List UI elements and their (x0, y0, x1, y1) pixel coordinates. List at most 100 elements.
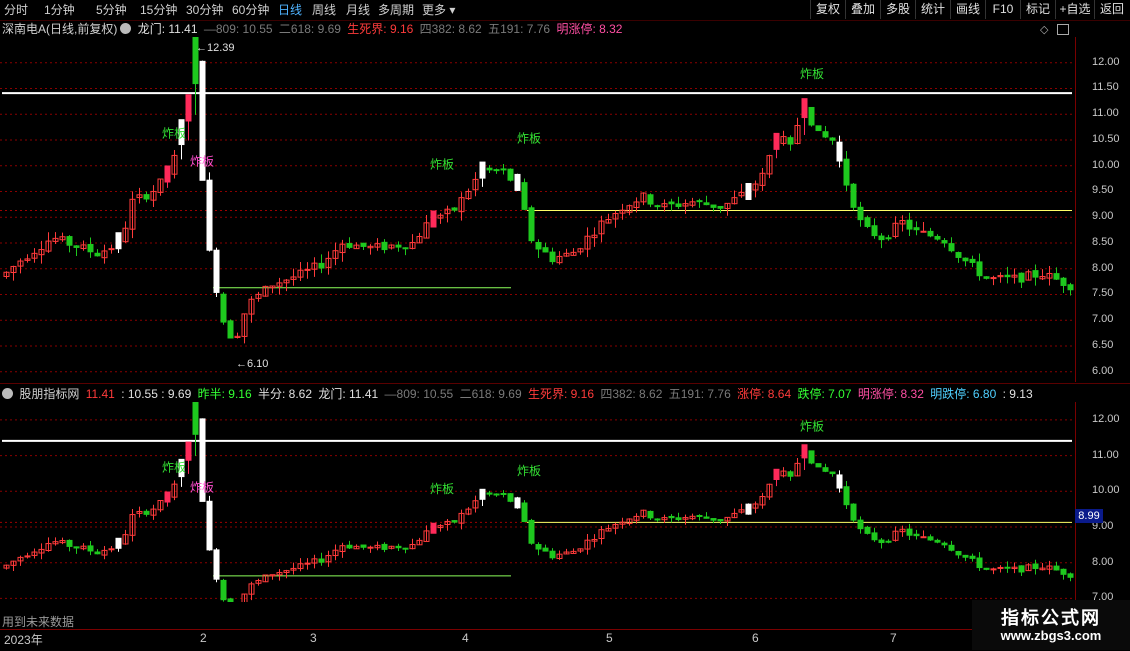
candle-body (654, 518, 661, 521)
candle-body (675, 203, 682, 207)
period-minute-chart[interactable]: 分时 (4, 2, 28, 18)
candle-body (381, 241, 388, 251)
candle-body (542, 247, 549, 253)
date-axis: 2023年 2 3 4 5 6 7 (0, 629, 1130, 651)
candle-body (983, 276, 990, 279)
candle-body (521, 502, 528, 523)
candle-body (864, 217, 871, 227)
candle-body (997, 566, 1004, 569)
indicator-candlestick-chart[interactable]: 炸板炸板炸板炸板炸板 (0, 402, 1130, 602)
x-label-apr: 4 (462, 631, 469, 645)
stock-title[interactable]: 深南电A(日线,前复权) (2, 22, 117, 36)
multi-stock-button[interactable]: 多股 (880, 0, 915, 19)
candle-body (360, 242, 367, 247)
zhaban-annotation: 炸板 (162, 126, 186, 140)
candle-body (94, 551, 101, 555)
period-daily[interactable]: 日线 (278, 2, 302, 18)
ind-v1: 11.41 (85, 387, 115, 401)
candle-body (745, 503, 752, 515)
zhaban-annotation: 炸板 (190, 480, 214, 494)
candle-body (927, 230, 934, 237)
f10-button[interactable]: F10 (985, 0, 1020, 19)
period-15min[interactable]: 15分钟 (140, 2, 177, 18)
y-tick-label: 9.00 (1092, 210, 1114, 223)
candle-body (976, 557, 983, 569)
period-30min[interactable]: 30分钟 (186, 2, 223, 18)
candle-body (647, 510, 654, 519)
overlay-button[interactable]: 叠加 (845, 0, 880, 19)
window-icon[interactable] (1057, 24, 1069, 35)
period-monthly[interactable]: 月线 (346, 2, 370, 18)
candle-body (549, 251, 556, 263)
candle-body (920, 230, 927, 233)
period-60min[interactable]: 60分钟 (232, 2, 269, 18)
candle-body (395, 545, 402, 549)
settings-gear-icon[interactable] (120, 23, 132, 34)
restore-rights-button[interactable]: 复权 (810, 0, 845, 19)
add-watchlist-button[interactable]: +自选 (1055, 0, 1094, 19)
zhaban-annotation: 炸板 (517, 464, 541, 478)
period-5min[interactable]: 5分钟 (96, 2, 127, 18)
candle-body (164, 165, 171, 183)
candle-body (493, 169, 500, 172)
candle-body (1053, 273, 1060, 280)
indicator-name[interactable]: 股朋指标网 (19, 387, 79, 401)
y-tick-label: 11.00 (1092, 448, 1119, 461)
candle-body (808, 450, 815, 464)
candle-body (1067, 573, 1074, 578)
candle-body (836, 474, 843, 489)
candle-body (500, 492, 507, 495)
candle-body (143, 194, 150, 200)
period-multi[interactable]: 多周期 (378, 2, 414, 18)
candle-body (934, 235, 941, 240)
candle-body (822, 467, 829, 472)
draw-line-button[interactable]: 画线 (950, 0, 985, 19)
candle-body (66, 539, 73, 547)
candle-body (969, 555, 976, 559)
candle-body (73, 546, 80, 549)
back-button[interactable]: 返回 (1094, 0, 1129, 19)
diamond-icon[interactable]: ◇ (1040, 23, 1048, 36)
mark-button[interactable]: 标记 (1020, 0, 1055, 19)
n809-value: —809: 10.55 (203, 22, 273, 36)
candle-body (836, 141, 843, 162)
ind-longmen: 龙门: 11.41 (318, 387, 379, 401)
y-tick-label: 10.00 (1092, 158, 1120, 171)
candle-body (500, 168, 507, 171)
ind-n809: —809: 10.55 (384, 387, 454, 401)
period-more[interactable]: 更多 ▾ (422, 2, 455, 18)
candle-body (493, 493, 500, 496)
candle-body (549, 550, 556, 559)
candle-body (787, 471, 794, 477)
candle-body (717, 205, 724, 209)
candle-body (913, 533, 920, 537)
candle-body (843, 486, 850, 506)
y-tick-label: 12.00 (1092, 412, 1120, 425)
mingdieting-value: 明跌停: 6.80 (930, 387, 997, 401)
candle-body (213, 549, 220, 580)
candle-body (668, 515, 675, 519)
period-1min[interactable]: 1分钟 (44, 2, 75, 18)
candle-body (486, 167, 493, 171)
main-chart-header: 深南电A(日线,前复权) 龙门: 11.41 —809: 10.55 二618:… (2, 21, 625, 37)
candle-body (108, 248, 115, 251)
main-candlestick-chart[interactable]: 炸板炸板炸板炸板炸板←12.39←6.10 (0, 37, 1130, 382)
period-weekly[interactable]: 周线 (312, 2, 336, 18)
y-tick-label: 6.00 (1092, 364, 1114, 377)
x-label-jun: 6 (752, 631, 759, 645)
zhaban-annotation: 炸板 (800, 420, 824, 434)
candle-body (913, 227, 920, 231)
candle-body (850, 183, 857, 208)
shengsijie-value: 生死界: 9.16 (347, 22, 414, 36)
candle-body (486, 492, 493, 495)
banfen-value: 半分: 8.62 (257, 387, 313, 401)
candle-body (164, 491, 171, 503)
candle-body (815, 125, 822, 132)
indicator-price-axis (1075, 402, 1130, 602)
statistics-button[interactable]: 统计 (915, 0, 950, 19)
dieting-value: 跌停: 7.07 (797, 387, 852, 401)
candle-body (808, 106, 815, 126)
settings-gear-icon[interactable] (2, 388, 13, 399)
candle-body (668, 201, 675, 205)
candle-body (920, 536, 927, 539)
